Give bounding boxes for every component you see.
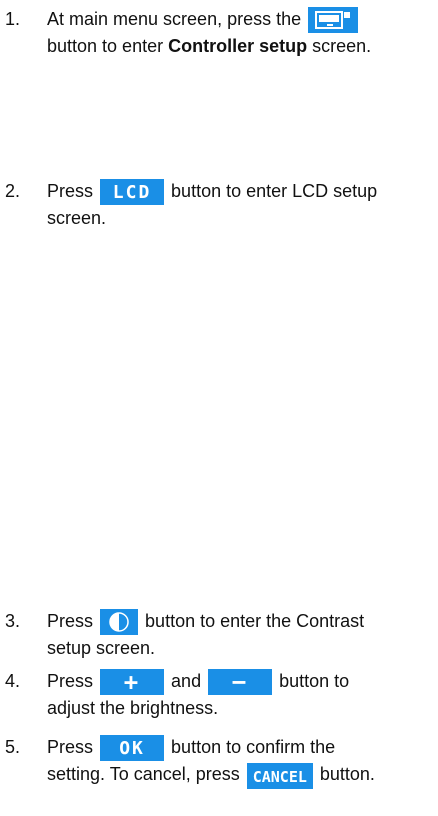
step-text: Press button to enter the Contrast setup…: [47, 609, 365, 659]
step-number: 2.: [5, 181, 21, 201]
controller-setup-button[interactable]: [308, 7, 359, 34]
controller-setup-label: Controller setup: [168, 36, 308, 57]
step-text: Press + and − button to adjust the brigh…: [47, 668, 350, 719]
step-number: 1.: [5, 9, 21, 29]
controller-icon: [315, 11, 351, 30]
ok-button[interactable]: OK: [100, 735, 165, 762]
contrast-icon: [109, 612, 129, 632]
lcd-button[interactable]: LCD: [100, 179, 165, 206]
step-text: At main menu screen, press the button to…: [47, 7, 372, 57]
minus-icon: −: [231, 668, 249, 697]
cancel-button[interactable]: CANCEL: [246, 762, 313, 789]
step-number: 4.: [5, 671, 21, 691]
plus-icon: +: [123, 668, 141, 697]
step-number: 3.: [5, 611, 21, 631]
minus-button[interactable]: −: [208, 668, 273, 697]
step-number: 5.: [5, 737, 21, 757]
step-text: Press OK button to confirm the setting. …: [47, 734, 434, 789]
plus-button[interactable]: +: [100, 668, 165, 697]
contrast-button[interactable]: [100, 609, 139, 636]
step-text: Press LCD button to enter LCD setup scre…: [47, 179, 378, 229]
